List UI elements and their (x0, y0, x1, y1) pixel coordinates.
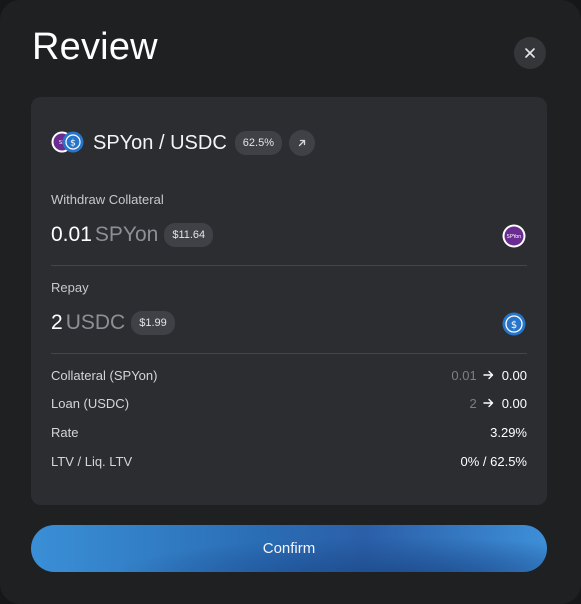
withdraw-amount-row: 0.01 SPYon $11.64 (51, 221, 214, 249)
svg-text:$: $ (70, 139, 76, 149)
withdraw-symbol: SPYon (94, 223, 159, 246)
review-card: SP $ SPYon / USDC 62.5% Withdraw Collate… (31, 97, 547, 505)
spyon-token-icon: SPYon (502, 224, 526, 248)
withdraw-usd-value: $11.64 (164, 223, 214, 247)
arrow-right-icon (482, 398, 493, 408)
collateral-to: 0.00 (501, 367, 527, 383)
rate-value: 3.29% (490, 424, 527, 440)
ltv-badge: 62.5% (234, 131, 282, 155)
ltv-summary-row: LTV / Liq. LTV 0% / 62.5% (51, 451, 527, 471)
loan-summary-value: 2 0.00 (469, 396, 527, 411)
rate-summary-row: Rate 3.29% (51, 422, 527, 442)
repay-usd-value: $1.99 (131, 311, 175, 335)
collateral-from: 0.01 (451, 367, 477, 383)
confirm-button[interactable]: Confirm (31, 525, 547, 572)
withdraw-label: Withdraw Collateral (51, 192, 164, 207)
collateral-summary-label: Collateral (SPYon) (51, 367, 158, 383)
usdc-token-icon: $ (62, 131, 84, 153)
close-button[interactable] (514, 37, 546, 69)
loan-from: 2 (469, 395, 477, 411)
ltv-value: 0% / 62.5% (460, 453, 528, 469)
arrow-up-right-icon (298, 139, 306, 147)
review-dialog: Review SP $ SPYon / USDC 62.5% Withdraw … (0, 0, 581, 604)
close-icon (525, 48, 535, 58)
arrow-right-icon (482, 370, 493, 380)
ltv-label: LTV / Liq. LTV (51, 453, 133, 469)
repay-amount: 2 (51, 311, 63, 334)
collateral-summary-row: Collateral (SPYon) 0.01 0.00 (51, 365, 527, 385)
loan-summary-row: Loan (USDC) 2 0.00 (51, 393, 527, 413)
rate-label: Rate (51, 424, 79, 440)
collateral-summary-value: 0.01 0.00 (451, 368, 527, 383)
dialog-title: Review (32, 26, 158, 68)
divider (51, 265, 527, 266)
pair-icons: SP $ (51, 131, 85, 155)
usdc-token-icon: $ (502, 312, 526, 336)
loan-to: 0.00 (501, 395, 527, 411)
repay-label: Repay (51, 280, 89, 295)
loan-summary-label: Loan (USDC) (51, 395, 130, 411)
pair-header: SP $ SPYon / USDC 62.5% (51, 127, 315, 159)
external-link-button[interactable] (288, 130, 315, 156)
spyon-icon-text: SPYon (507, 234, 522, 240)
repay-symbol: USDC (65, 311, 126, 334)
divider (51, 353, 527, 354)
withdraw-amount: 0.01 (51, 223, 92, 246)
svg-text:$: $ (511, 320, 517, 331)
repay-amount-row: 2 USDC $1.99 (51, 309, 175, 337)
pair-name: SPYon / USDC (93, 131, 227, 154)
